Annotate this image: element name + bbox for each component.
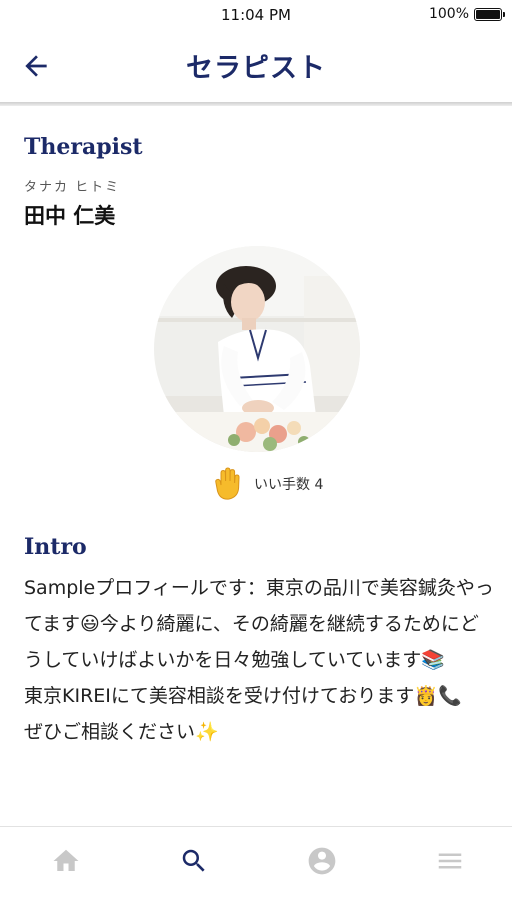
- status-bar: 11:04 PM 100%: [0, 0, 512, 30]
- therapist-name: 田中 仁美: [24, 204, 116, 228]
- raised-hand-icon: [215, 467, 240, 500]
- tab-home[interactable]: [46, 841, 86, 881]
- header-divider: [0, 102, 512, 106]
- therapist-photo: [154, 246, 360, 452]
- therapist-heading: Therapist: [24, 134, 143, 160]
- search-icon: [182, 849, 205, 872]
- account-icon: [308, 847, 336, 875]
- battery-icon: [474, 7, 505, 21]
- menu-icon: [438, 853, 462, 869]
- battery-percent: 100%: [428, 6, 469, 22]
- page-title: セラピスト: [186, 53, 326, 84]
- nav-header: セラピスト: [0, 30, 512, 102]
- tab-bar: [0, 826, 512, 901]
- home-icon: [53, 849, 79, 871]
- intro-heading: Intro: [24, 534, 87, 560]
- tab-menu[interactable]: [430, 841, 470, 881]
- battery-status: 100%: [428, 6, 505, 22]
- tab-search[interactable]: [174, 841, 214, 881]
- intro-text: Sampleプロフィールです：東京の品川で美容鍼灸やってます😃今より綺麗に、その…: [24, 577, 494, 743]
- like-button[interactable]: いい手数 4: [208, 466, 323, 502]
- tab-account[interactable]: [302, 841, 342, 881]
- therapist-kana: タナカ ヒトミ: [24, 180, 121, 195]
- like-count-label: いい手数 4: [254, 477, 324, 493]
